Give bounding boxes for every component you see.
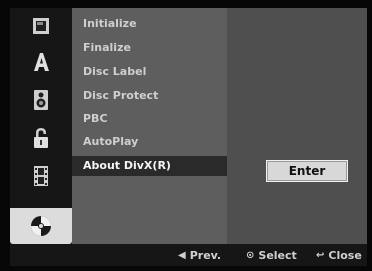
left-arrow-icon: ◀ <box>178 250 186 261</box>
sidebar-item-disc[interactable] <box>10 208 72 244</box>
sidebar-item-display[interactable] <box>14 12 68 40</box>
film-strip-icon <box>34 166 48 186</box>
menu-item-about-divx[interactable]: About DivX(R) <box>72 156 227 176</box>
padlock-icon <box>34 128 48 148</box>
menu-item-disc-protect[interactable]: Disc Protect <box>72 86 227 106</box>
sidebar-item-audio[interactable] <box>14 86 68 114</box>
enter-button[interactable]: Enter <box>266 160 348 182</box>
options-panel <box>227 8 367 244</box>
select-circle-icon: ⊙ <box>246 250 255 261</box>
menu-item-disc-label[interactable]: Disc Label <box>72 62 227 82</box>
setup-sidebar <box>10 8 72 244</box>
menu-item-initialize[interactable]: Initialize <box>72 14 227 34</box>
menu-item-autoplay[interactable]: AutoPlay <box>72 132 227 152</box>
prev-hint[interactable]: ◀ Prev. <box>178 249 221 263</box>
speaker-icon <box>34 90 48 110</box>
sidebar-item-lock[interactable] <box>14 124 68 152</box>
prev-label: Prev. <box>189 249 222 262</box>
menu-item-pbc[interactable]: PBC <box>72 109 227 129</box>
menu-item-finalize[interactable]: Finalize <box>72 38 227 58</box>
sidebar-item-language[interactable] <box>14 48 68 76</box>
sidebar-item-recording[interactable] <box>14 162 68 190</box>
select-label: Select <box>258 249 297 262</box>
select-hint[interactable]: ⊙ Select <box>246 249 297 263</box>
return-arrow-icon: ↩ <box>316 250 325 261</box>
letter-a-icon <box>34 53 49 71</box>
close-hint[interactable]: ↩ Close <box>316 249 362 263</box>
close-label: Close <box>328 249 362 262</box>
film-frame-icon <box>33 18 49 34</box>
disc-options-menu: Initialize Finalize Disc Label Disc Prot… <box>72 8 227 244</box>
disc-icon <box>31 216 51 236</box>
